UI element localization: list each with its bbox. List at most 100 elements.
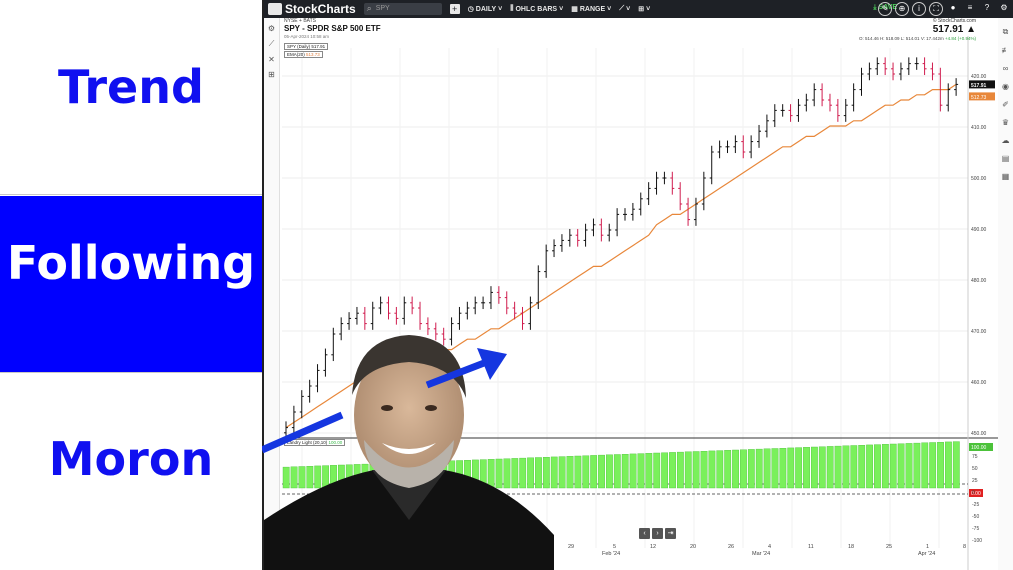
range-label: RANGE [579,5,606,13]
legend-ema[interactable]: EMA(20) 513.73 [284,51,323,58]
y-tick-label: 450.00 [971,431,987,437]
ll-tick-label: -25 [972,502,979,508]
ll-bar [803,447,810,489]
ohlc-readout: O: 514.46 H: 518.09 L: 514.01 V: 17.442m… [859,36,976,41]
ll-bar [913,442,921,489]
chevron-down-icon: ˅ [607,5,612,13]
chart-type-dropdown[interactable]: ⫼ OHLC BARS ˅ [510,5,563,13]
ll-bar [858,445,866,489]
open-value: O: 514.46 [858,36,879,41]
right-sidebar: ⧉ ≢ ∞ ◉ ✐ ♛ ☁ ▤ ▦ [997,18,1013,570]
range-dropdown[interactable]: ▦ RANGE ˅ [571,5,612,14]
info-icon[interactable]: i [912,2,926,16]
link-icon[interactable]: ∞ [998,64,1013,73]
document-icon[interactable]: ▤ [998,154,1013,163]
ll-bar [684,451,692,489]
layout-dropdown[interactable]: ⊞ ˅ [638,5,651,14]
chevron-down-icon: ˅ [646,5,651,13]
word-following: Following [6,236,256,290]
volume-value: V: 17.442m [920,36,944,41]
indicators-dropdown[interactable]: ⟋ ˅ [619,5,630,13]
clock-icon: ◷ [467,6,474,13]
gear-icon[interactable]: ⚙ [264,24,279,33]
ll-bar [755,448,763,489]
chart-icon[interactable]: ⧉ [998,27,1013,37]
scroll-end-button[interactable]: ⇥ [665,528,676,539]
line-chart-icon: ⟋ [619,5,625,12]
ll-bar [645,453,653,489]
period-dropdown[interactable]: ◷ DAILY ˅ [467,5,503,14]
ema-value: 513.73 [306,52,320,57]
x-tick-label: 5 [613,544,616,550]
symbol-search-input[interactable]: SPY [363,2,442,15]
chart-nav: ‹ › ⇥ [639,528,676,539]
ll-bar [787,447,795,489]
ll-bar [613,454,621,489]
x-month-label: Feb '24 [602,551,620,557]
pen-icon[interactable]: ✎ [878,2,892,16]
ll-bar [708,450,716,489]
toolbar-right-icons: ✎ ⊕ i ⛶ ● ≡ ? ⚙ [878,2,1011,16]
ll-bar [826,446,834,489]
scroll-right-button[interactable]: › [652,528,663,539]
price-tag-label: 517.91 [971,83,987,89]
grid-icon: ⊞ [638,6,645,13]
ll-bar [850,445,858,489]
scan-icon[interactable]: ◉ [998,82,1013,91]
ll-tick-label: 0 [972,490,975,496]
ll-bar [866,444,873,489]
y-tick-label: 410.00 [971,125,987,131]
grid-icon[interactable]: ⊞ [264,70,279,79]
legend-spy[interactable]: SPY (Daily) 517.91 [284,43,329,50]
ll-bar [779,448,787,489]
ll-bar [952,441,960,489]
account-icon[interactable]: ● [946,2,960,16]
ll-bar [606,454,613,489]
x-tick-label: 25 [886,544,892,550]
calendar-icon: ▦ [571,6,578,13]
ll-bar [945,441,952,489]
tools-icon[interactable]: ✕ [264,55,279,64]
x-tick-label: 11 [808,544,814,550]
trophy-icon[interactable]: ♛ [998,118,1013,127]
x-tick-label: 1 [926,544,929,550]
fullscreen-icon[interactable]: ⛶ [929,2,943,16]
x-month-label: Mar '24 [752,551,770,557]
ll-bar [818,446,826,489]
crosshair-icon[interactable]: ⊕ [895,2,909,16]
menu-icon[interactable]: ≡ [963,2,977,16]
ll-bar [732,449,739,489]
change-value: +4.84 (+0.94%) [944,36,976,41]
ll-tick-label: 50 [972,466,978,472]
top-toolbar: StockCharts SPY + ◷DAILY˅ ⫼OHLC BARS˅ ▦R… [264,0,1013,18]
chart-date: 05-Apr-2024 10:58 am [284,34,330,39]
word-trend: Trend [58,60,204,114]
ll-tick-label: -75 [972,526,979,532]
chevron-down-icon: ˅ [559,5,564,13]
settings-icon[interactable]: ⚙ [997,2,1011,16]
pencil-icon[interactable]: ✐ [998,100,1013,109]
brand-logo[interactable]: StockCharts [264,2,356,16]
title-panel: Trend Following Moron [0,0,262,570]
ll-tick-label: 25 [972,478,978,484]
filter-icon[interactable]: ≢ [998,46,1013,55]
logo-icon [268,3,282,15]
ll-bar [889,443,897,489]
grid-icon[interactable]: ▦ [998,172,1013,181]
x-tick-label: 29 [568,544,574,550]
cloud-icon[interactable]: ☁ [998,136,1013,145]
ll-tick-label: -100 [972,538,982,544]
ll-bar [716,450,724,489]
ll-bar [676,451,684,489]
ll-bar [834,445,842,489]
ll-top-tag-label: 100.00 [971,445,987,451]
line-chart-icon[interactable]: ⟋ [264,39,279,49]
x-month-label: Apr '24 [918,551,935,557]
help-icon[interactable]: ? [980,2,994,16]
scroll-left-button[interactable]: ‹ [639,528,650,539]
add-chart-button[interactable]: + [449,4,460,14]
ll-bar [929,442,937,489]
ll-bar [574,455,582,489]
bars-icon: ⫼ [510,5,514,12]
ll-bar [629,453,637,489]
